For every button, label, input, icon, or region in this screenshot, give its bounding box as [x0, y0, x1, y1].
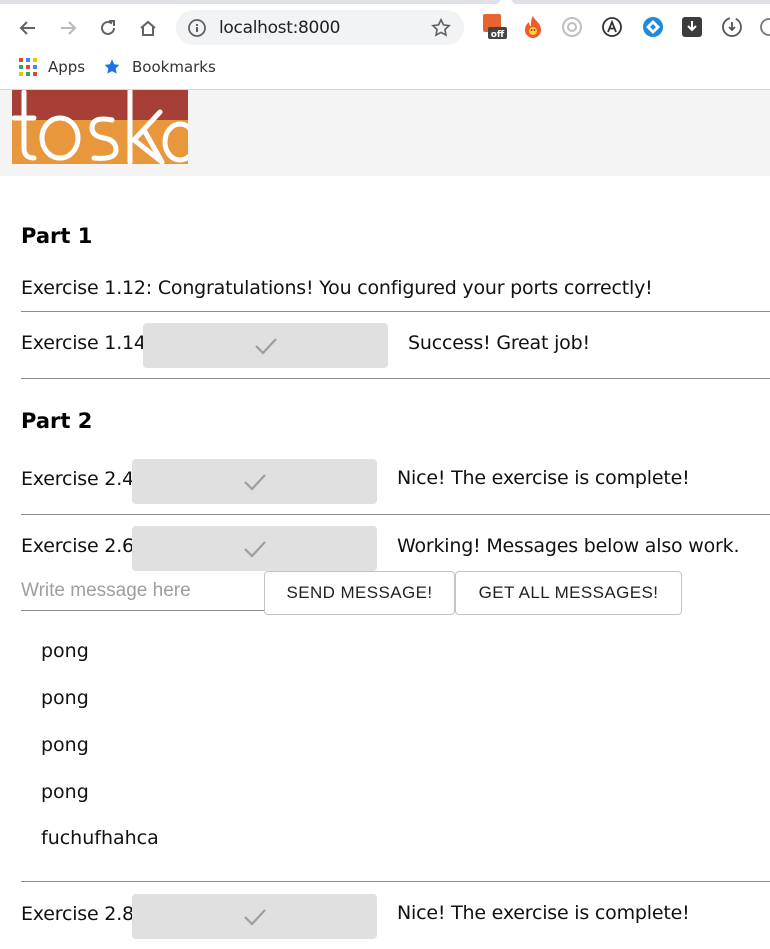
browser-chrome: localhost:8000 off Apps Bookmarks	[0, 0, 770, 90]
exercise-1-14-status: Success! Great job!	[408, 332, 590, 354]
circle-extension[interactable]	[559, 14, 585, 40]
check-icon	[243, 540, 266, 558]
fire-extension[interactable]	[520, 14, 546, 40]
url-text[interactable]: localhost:8000	[219, 18, 340, 38]
clock-download-extension[interactable]	[719, 14, 745, 40]
message-item: pong	[41, 687, 89, 709]
circle-extension-icon	[562, 17, 582, 37]
exercise-1-12-text: Exercise 1.12: Congratulations! You conf…	[21, 277, 653, 299]
message-item: pong	[41, 640, 89, 662]
back-button[interactable]	[12, 12, 44, 44]
bookmarks-bar: Apps Bookmarks	[0, 52, 770, 89]
part1-title: Part 1	[21, 224, 93, 248]
message-input[interactable]	[21, 572, 264, 611]
inactive-tab-edge[interactable]	[512, 0, 770, 4]
message-item: fuchufhahca	[41, 827, 159, 849]
message-item: pong	[41, 781, 89, 803]
exercise-1-14-label: Exercise 1.14:	[21, 332, 153, 354]
apps-grid-icon	[19, 58, 37, 76]
forward-arrow-icon	[61, 21, 77, 35]
exercise-2-6-status: Working! Messages below also work.	[397, 535, 740, 557]
page-header	[0, 90, 770, 176]
divider	[21, 881, 770, 882]
bookmark-star-icon[interactable]	[430, 17, 452, 39]
pdf-off-icon: off	[483, 14, 507, 40]
divider	[21, 311, 770, 312]
partial-circle-icon	[760, 18, 770, 36]
exercise-2-8-button[interactable]	[132, 894, 377, 939]
exercise-2-4-status: Nice! The exercise is complete!	[397, 467, 690, 489]
home-icon	[140, 20, 156, 36]
download-box-icon	[682, 17, 702, 37]
svg-text:off: off	[491, 30, 505, 40]
a-circle-extension-icon	[602, 17, 622, 37]
reload-button[interactable]	[92, 12, 124, 44]
message-item: pong	[41, 734, 89, 756]
reload-icon	[101, 20, 115, 35]
blue-diamond-extension[interactable]	[640, 14, 666, 40]
toska-logo	[12, 90, 188, 164]
exercise-2-6-button[interactable]	[132, 526, 377, 571]
back-arrow-icon	[19, 21, 35, 35]
exercise-2-4-button[interactable]	[132, 459, 377, 504]
get-all-messages-button[interactable]: GET ALL MESSAGES!	[455, 571, 682, 615]
blue-diamond-extension-icon	[643, 17, 663, 37]
home-button[interactable]	[132, 12, 164, 44]
download-box-extension[interactable]	[679, 14, 705, 40]
exercise-2-4-label: Exercise 2.4:	[21, 468, 141, 490]
star-icon	[104, 59, 120, 74]
check-icon	[243, 908, 266, 926]
bookmark-bookmarks-label: Bookmarks	[132, 58, 216, 76]
exercise-2-6-label: Exercise 2.6:	[21, 535, 141, 557]
send-message-button[interactable]: SEND MESSAGE!	[264, 571, 455, 615]
bookmark-bookmarks[interactable]: Bookmarks	[103, 58, 216, 76]
divider	[21, 514, 770, 515]
check-icon	[254, 337, 277, 355]
active-tab-edge[interactable]	[0, 0, 500, 4]
pdf-off-extension[interactable]: off	[482, 14, 508, 40]
profile-extension[interactable]	[755, 14, 770, 40]
forward-button[interactable]	[52, 12, 84, 44]
address-bar[interactable]: localhost:8000	[176, 10, 464, 45]
a-circle-extension[interactable]	[599, 14, 625, 40]
exercise-2-8-label: Exercise 2.8:	[21, 903, 141, 925]
check-icon	[243, 473, 266, 491]
clock-download-icon	[722, 17, 742, 37]
exercise-2-8-status: Nice! The exercise is complete!	[397, 902, 690, 924]
fire-extension-icon	[525, 16, 541, 38]
tab-strip	[0, 0, 770, 6]
bookmark-apps-label: Apps	[48, 58, 86, 76]
info-icon[interactable]	[187, 18, 207, 38]
divider	[21, 378, 770, 379]
exercise-1-14-button[interactable]	[143, 323, 388, 368]
part2-title: Part 2	[21, 409, 93, 433]
bookmark-apps[interactable]: Apps	[19, 58, 85, 76]
